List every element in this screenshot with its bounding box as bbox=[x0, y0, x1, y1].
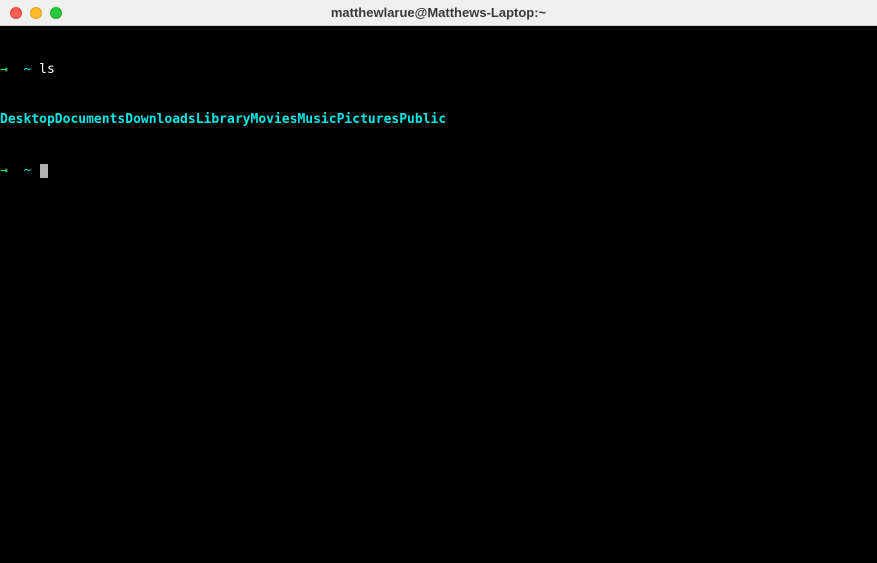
command-text: ls bbox=[39, 62, 55, 77]
dir-documents: Documents bbox=[55, 112, 125, 129]
dir-desktop: Desktop bbox=[0, 112, 55, 129]
dir-downloads: Downloads bbox=[125, 112, 195, 129]
ls-output: Desktop Documents Downloads Library Movi… bbox=[0, 112, 877, 129]
prompt-line-2: → ~ bbox=[0, 163, 877, 180]
cursor bbox=[40, 164, 48, 178]
maximize-icon[interactable] bbox=[50, 7, 62, 19]
minimize-icon[interactable] bbox=[30, 7, 42, 19]
dir-library: Library bbox=[196, 112, 251, 129]
close-icon[interactable] bbox=[10, 7, 22, 19]
traffic-lights bbox=[0, 7, 62, 19]
terminal-body[interactable]: → ~ ls Desktop Documents Downloads Libra… bbox=[0, 26, 877, 563]
titlebar[interactable]: matthewlarue@Matthews-Laptop:~ bbox=[0, 0, 877, 26]
prompt-line-1: → ~ ls bbox=[0, 62, 877, 79]
dir-movies: Movies bbox=[251, 112, 298, 129]
prompt-tilde: ~ bbox=[23, 62, 31, 77]
dir-public: Public bbox=[399, 112, 446, 129]
window-title: matthewlarue@Matthews-Laptop:~ bbox=[0, 5, 877, 20]
dir-music: Music bbox=[297, 112, 336, 129]
terminal-window: matthewlarue@Matthews-Laptop:~ → ~ ls De… bbox=[0, 0, 877, 563]
dir-pictures: Pictures bbox=[337, 112, 400, 129]
prompt-arrow: → bbox=[0, 163, 8, 178]
prompt-tilde: ~ bbox=[23, 163, 31, 178]
prompt-arrow: → bbox=[0, 62, 8, 77]
